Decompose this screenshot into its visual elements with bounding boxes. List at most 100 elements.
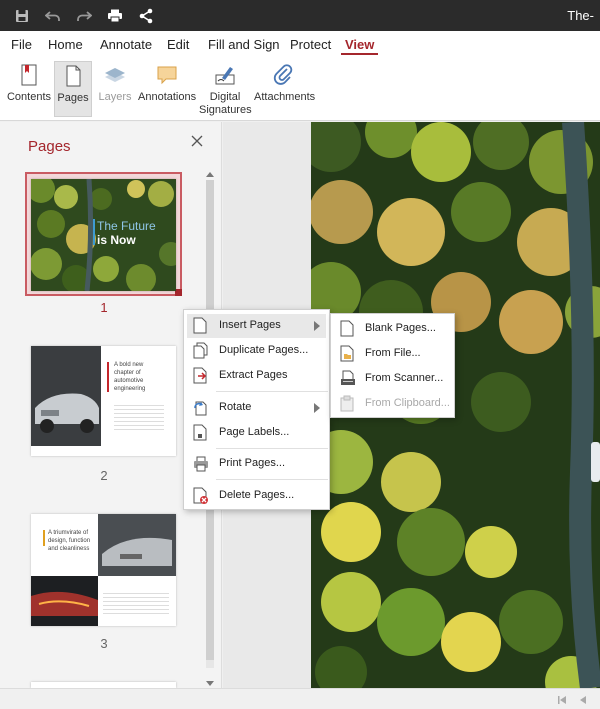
- page-thumbnail-3[interactable]: A triumvirate of design, function and cl…: [31, 514, 176, 626]
- clipboard-icon: [340, 395, 356, 413]
- delete-pages-menu-item[interactable]: Delete Pages...: [187, 484, 326, 508]
- undo-icon[interactable]: [43, 6, 63, 26]
- status-bar: [0, 688, 600, 709]
- rotate-menu-item[interactable]: Rotate: [187, 396, 326, 420]
- attachments-label: Attachments: [254, 91, 316, 103]
- print-pages-label: Print Pages...: [219, 457, 286, 469]
- blank-pages-label: Blank Pages...: [365, 322, 436, 334]
- file-folder-icon: [340, 345, 356, 363]
- active-menu-indicator: [341, 53, 378, 55]
- pages-pane-title: Pages: [28, 138, 71, 155]
- document-title: The-: [567, 8, 594, 23]
- thumb2-line3: automotive: [114, 378, 144, 384]
- page-number-3: 3: [100, 636, 108, 651]
- layers-icon: [103, 63, 127, 87]
- menu-separator: [216, 448, 328, 449]
- extract-pages-menu-item[interactable]: Extract Pages: [187, 364, 326, 388]
- annotations-button[interactable]: Annotations: [138, 61, 196, 117]
- menu-file[interactable]: File: [11, 37, 32, 52]
- car-front-thumbnail-image: [98, 514, 176, 576]
- thumb2-line4: engineering: [114, 386, 146, 392]
- contents-button[interactable]: Contents: [6, 61, 52, 117]
- headlight-thumbnail-image: [31, 576, 98, 626]
- digital-signatures-button[interactable]: Digital Signatures: [199, 61, 252, 117]
- thumb3-line2: design, function: [48, 538, 91, 544]
- from-file-menu-item[interactable]: From File...: [334, 342, 452, 366]
- insert-pages-menu-item[interactable]: Insert Pages: [187, 314, 326, 338]
- printer-icon: [193, 455, 209, 473]
- extract-pages-icon: [193, 367, 209, 385]
- delete-pages-label: Delete Pages...: [219, 489, 295, 501]
- signatures-label-line2: Signatures: [199, 104, 252, 116]
- redo-icon[interactable]: [74, 6, 94, 26]
- from-file-label: From File...: [365, 347, 421, 359]
- car-thumbnail-image: [31, 346, 101, 446]
- page-icon: [61, 64, 85, 88]
- page-label-icon: [193, 424, 209, 442]
- thumb2-accent-bar: [107, 362, 109, 392]
- contents-label: Contents: [6, 91, 52, 103]
- blank-pages-menu-item[interactable]: Blank Pages...: [334, 317, 452, 341]
- rotate-icon: [193, 399, 209, 417]
- submenu-arrow-icon: [314, 402, 320, 413]
- duplicate-pages-label: Duplicate Pages...: [219, 344, 309, 356]
- menu-home[interactable]: Home: [48, 37, 83, 52]
- title-bar: The-: [0, 0, 600, 31]
- signature-pen-icon: [213, 63, 237, 87]
- menu-protect[interactable]: Protect: [290, 37, 331, 52]
- save-icon[interactable]: [12, 6, 32, 26]
- from-clipboard-menu-item[interactable]: From Clipboard...: [334, 392, 452, 416]
- menu-view[interactable]: View: [345, 37, 374, 52]
- page-number-2: 2: [100, 468, 108, 483]
- thumb2-body-text: [114, 402, 164, 432]
- thumb3-accent-bar: [43, 530, 45, 546]
- thumb3-body-text: [103, 590, 169, 614]
- comment-icon: [155, 63, 179, 87]
- menu-edit[interactable]: Edit: [167, 37, 189, 52]
- page-number-1: 1: [100, 300, 108, 315]
- insert-pages-submenu: Blank Pages... From File... From Scanner…: [330, 313, 455, 418]
- from-scanner-label: From Scanner...: [365, 372, 444, 384]
- ribbon-toolbar: Contents Pages Layers Annotations Digita…: [0, 57, 600, 121]
- thumb1-title-line2: is Now: [97, 233, 136, 247]
- rotate-label: Rotate: [219, 401, 252, 413]
- menu-annotate[interactable]: Annotate: [100, 37, 152, 52]
- scroll-up-icon[interactable]: [206, 166, 214, 180]
- from-clipboard-label: From Clipboard...: [365, 397, 450, 409]
- page-thumbnail-1[interactable]: The Future is Now: [31, 179, 176, 291]
- pages-button[interactable]: Pages: [54, 61, 92, 117]
- menu-bar: File Home Annotate Edit Fill and Sign Pr…: [0, 31, 600, 57]
- menu-separator: [216, 391, 328, 392]
- signatures-label-line1: Digital: [209, 91, 241, 103]
- print-pages-menu-item[interactable]: Print Pages...: [187, 452, 326, 476]
- paperclip-icon: [271, 63, 295, 87]
- duplicate-pages-icon: [193, 342, 209, 360]
- from-scanner-menu-item[interactable]: From Scanner...: [334, 367, 452, 391]
- page-icon: [193, 317, 209, 335]
- layers-label: Layers: [98, 91, 132, 103]
- thumb3-line3: and cleanliness: [48, 546, 90, 552]
- attachments-button[interactable]: Attachments: [254, 61, 316, 117]
- scanner-icon: [340, 370, 356, 388]
- thumb3-line1: A triumvirate of: [48, 530, 89, 536]
- blank-page-icon: [340, 320, 356, 338]
- page-labels-label: Page Labels...: [219, 426, 290, 438]
- bookmark-icon: [17, 63, 41, 87]
- page-thumbnail-2[interactable]: A bold new chapter of automotive enginee…: [31, 346, 176, 456]
- layers-button[interactable]: Layers: [96, 61, 134, 117]
- share-icon[interactable]: [136, 6, 156, 26]
- page-context-menu: Insert Pages Duplicate Pages... Extract …: [183, 309, 330, 510]
- delete-pages-icon: [193, 487, 209, 505]
- print-icon[interactable]: [105, 6, 125, 26]
- extract-pages-label: Extract Pages: [219, 369, 288, 381]
- first-page-icon[interactable]: [557, 694, 567, 708]
- thumb1-title-line1: The Future: [97, 219, 156, 233]
- previous-page-icon[interactable]: [578, 694, 588, 708]
- duplicate-pages-menu-item[interactable]: Duplicate Pages...: [187, 339, 326, 363]
- annotations-label: Annotations: [138, 91, 197, 103]
- pages-label: Pages: [57, 92, 89, 104]
- close-icon[interactable]: [191, 135, 205, 149]
- page-labels-menu-item[interactable]: Page Labels...: [187, 421, 326, 445]
- menu-fill-and-sign[interactable]: Fill and Sign: [208, 37, 280, 52]
- thumb2-line1: A bold new: [114, 362, 144, 368]
